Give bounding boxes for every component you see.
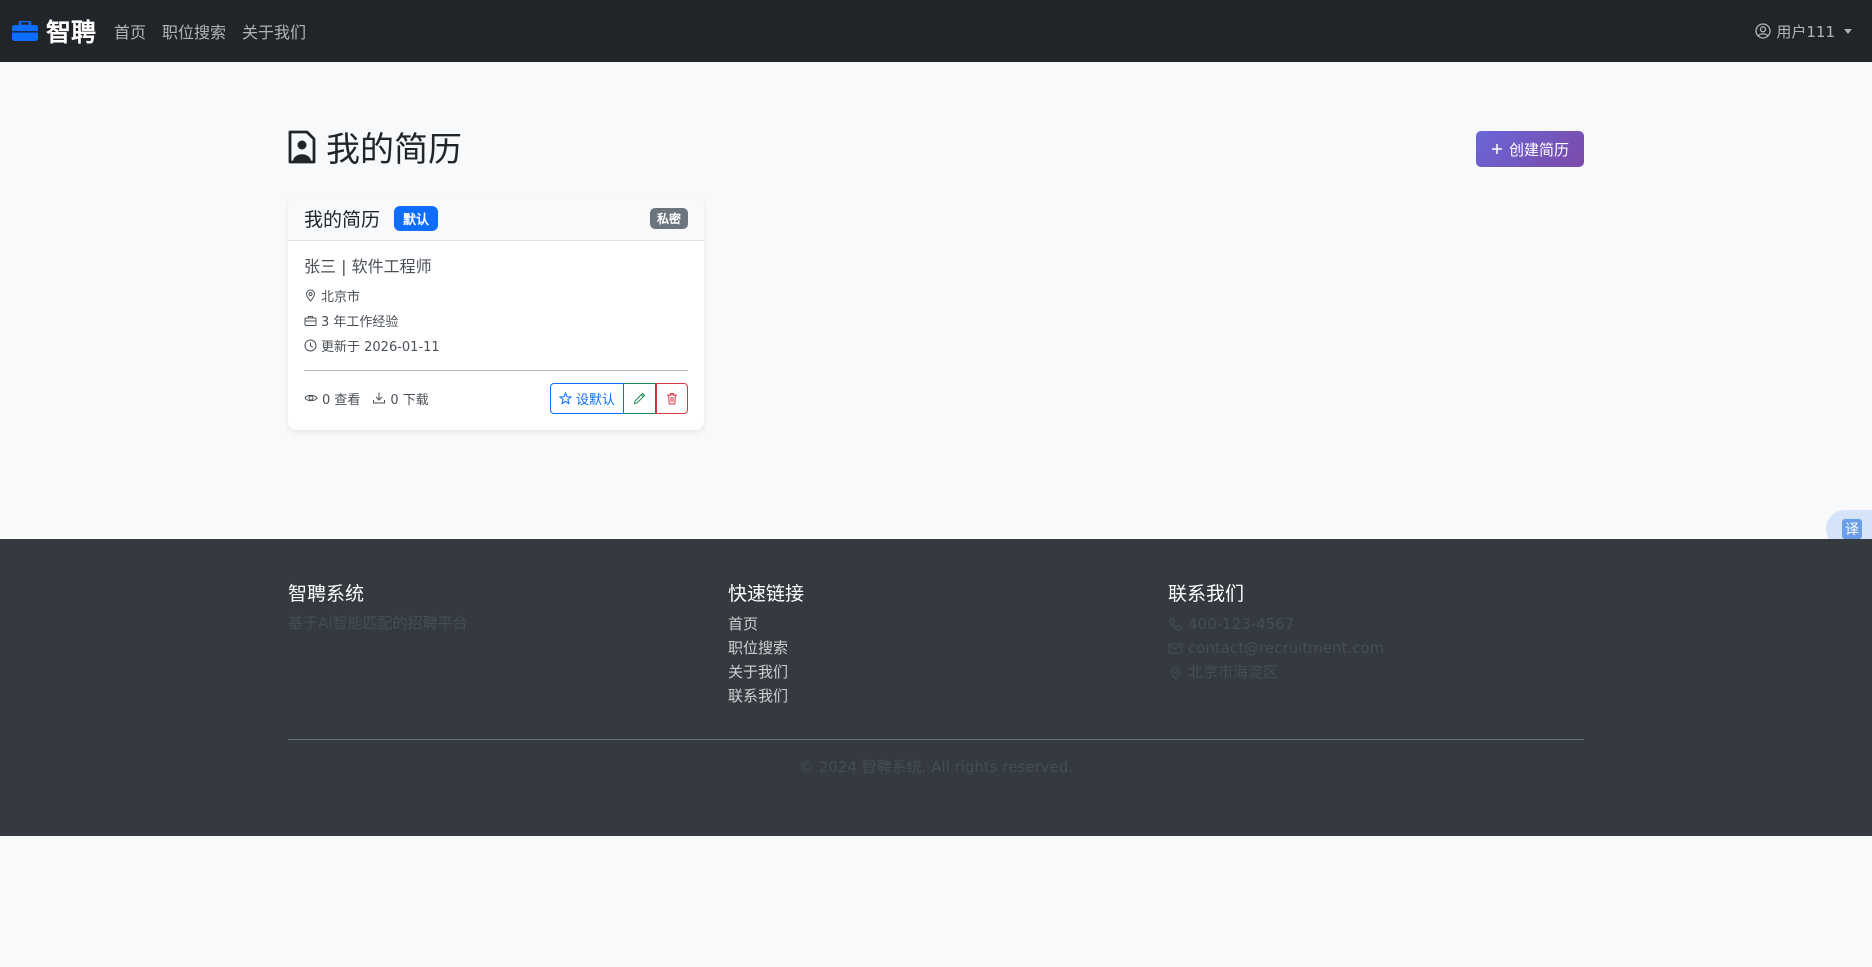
- footer-quick-links: 快速链接 首页 职位搜索 关于我们 联系我们: [728, 579, 804, 708]
- updated-text: 更新于 2026-01-11: [321, 340, 440, 355]
- footer-link-home[interactable]: 首页: [728, 612, 804, 636]
- footer-about-heading: 智聘系统: [288, 583, 365, 605]
- contact-email-row: contact@recruitment.com: [1168, 636, 1384, 660]
- resume-card-header: 我的简历 默认 私密: [288, 196, 704, 241]
- nav-link-home[interactable]: 首页: [114, 19, 146, 43]
- resume-card: 我的简历 默认 私密 张三 | 软件工程师 北京市 3 年工作经验 更新于 20…: [288, 196, 704, 430]
- default-badge: 默认: [394, 205, 439, 231]
- user-circle-icon: [1755, 23, 1772, 39]
- plus-icon: [1491, 144, 1502, 154]
- updated-row: 更新于 2026-01-11: [304, 333, 688, 358]
- downloads-stat: 0 下载: [372, 389, 429, 408]
- edit-resume-button[interactable]: [624, 382, 656, 414]
- footer-about-text: 基于AI智能匹配的招聘平台: [288, 614, 468, 632]
- contact-address-row: 北京市海淀区: [1168, 660, 1384, 684]
- footer-contact-heading: 联系我们: [1168, 583, 1245, 605]
- chevron-down-icon: [1844, 28, 1852, 34]
- resume-name-line: 张三 | 软件工程师: [304, 257, 432, 276]
- resume-card-title: 我的简历: [304, 208, 381, 231]
- create-resume-label: 创建简历: [1508, 141, 1569, 159]
- translate-label: 译: [1842, 519, 1862, 539]
- delete-resume-button[interactable]: [656, 382, 688, 414]
- footer-link-about[interactable]: 关于我们: [728, 660, 804, 684]
- brand-name: 智聘: [46, 18, 97, 47]
- views-stat: 0 查看: [304, 389, 360, 408]
- resume-stats: 0 查看 0 下载: [304, 389, 429, 408]
- briefcase-outline-icon: [304, 316, 317, 326]
- footer-links-heading: 快速链接: [728, 583, 805, 605]
- phone-icon: [1169, 617, 1183, 631]
- contact-phone-row: 400-123-4567: [1168, 612, 1384, 636]
- footer-contact: 联系我们 400-123-4567 contact@recruitment.co…: [1168, 579, 1384, 684]
- main-nav: 首页 职位搜索 关于我们: [114, 0, 306, 62]
- resume-card-footer: 0 查看 0 下载 设默认: [304, 371, 688, 425]
- resume-actions: 设默认: [549, 382, 688, 414]
- clock-icon: [304, 339, 317, 352]
- experience-text: 3 年工作经验: [321, 315, 399, 330]
- page-title-text: 我的简历: [326, 130, 462, 170]
- footer-about: 智聘系统 基于AI智能匹配的招聘平台: [288, 579, 468, 633]
- experience-row: 3 年工作经验: [304, 308, 688, 333]
- eye-icon: [304, 394, 318, 402]
- envelope-icon: [1168, 643, 1183, 653]
- footer-link-contact[interactable]: 联系我们: [728, 684, 804, 708]
- location-row: 北京市: [304, 283, 688, 308]
- user-menu-dropdown[interactable]: 用户111: [1755, 0, 1852, 62]
- pencil-icon: [633, 392, 646, 404]
- brand-logo[interactable]: 智聘: [12, 0, 96, 62]
- location-pin-icon: [305, 289, 316, 302]
- copyright-text: © 2024 智聘系统. All rights reserved.: [798, 758, 1074, 776]
- contact-phone: 400-123-4567: [1188, 615, 1295, 633]
- footer-link-job-search[interactable]: 职位搜索: [728, 636, 804, 660]
- briefcase-icon: [12, 21, 38, 41]
- footer: 智聘系统 基于AI智能匹配的招聘平台 快速链接 首页 职位搜索 关于我们 联系我…: [0, 539, 1872, 836]
- create-resume-button[interactable]: 创建简历: [1476, 131, 1584, 167]
- page-title: 我的简历: [288, 122, 462, 171]
- location-text: 北京市: [321, 290, 361, 305]
- set-default-label: 设默认: [575, 391, 615, 407]
- views-text: 0 查看: [322, 392, 361, 408]
- username: 用户111: [1776, 22, 1835, 41]
- person-document-icon: [288, 130, 316, 163]
- location-pin-icon: [1170, 665, 1181, 680]
- download-icon: [373, 392, 386, 404]
- contact-address: 北京市海淀区: [1188, 663, 1279, 681]
- nav-link-about[interactable]: 关于我们: [242, 19, 306, 43]
- navbar: 智聘 首页 职位搜索 关于我们 用户111: [0, 0, 1872, 62]
- downloads-text: 0 下载: [390, 392, 429, 408]
- star-icon: [558, 391, 572, 405]
- resume-card-body: 张三 | 软件工程师 北京市 3 年工作经验 更新于 2026-01-11 0 …: [288, 241, 704, 425]
- trash-icon: [667, 392, 677, 404]
- footer-divider: [288, 739, 1584, 740]
- private-badge: 私密: [649, 207, 688, 229]
- nav-link-job-search[interactable]: 职位搜索: [162, 19, 226, 43]
- set-default-button[interactable]: 设默认: [549, 382, 624, 414]
- contact-email: contact@recruitment.com: [1188, 639, 1385, 657]
